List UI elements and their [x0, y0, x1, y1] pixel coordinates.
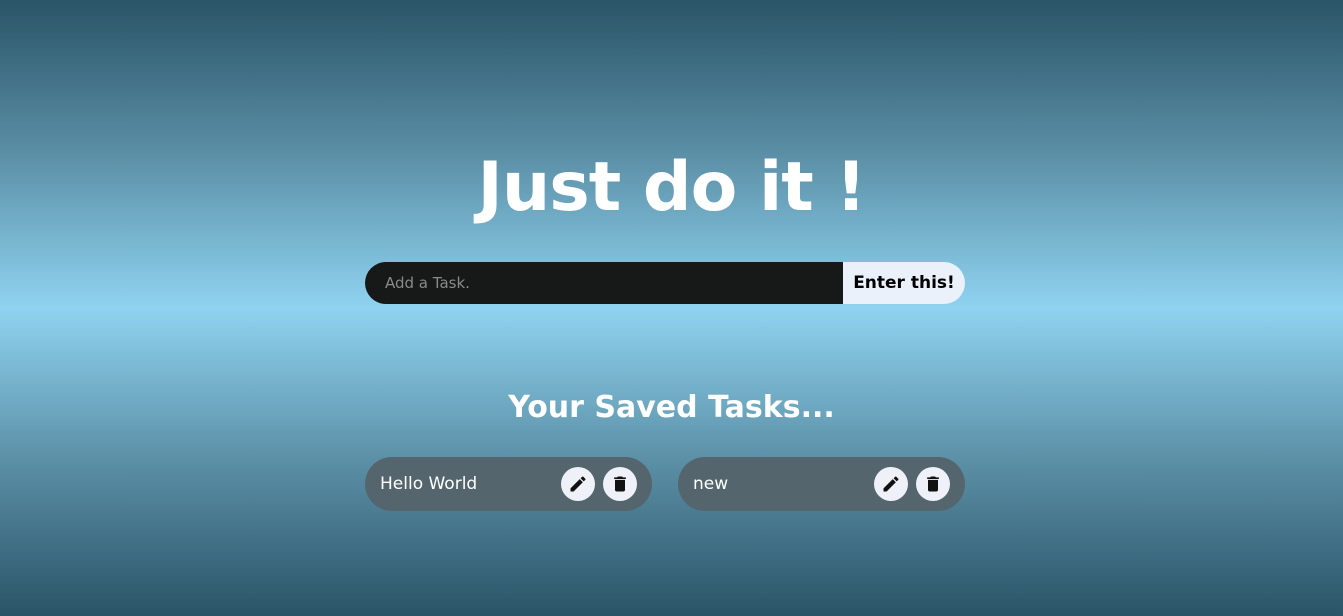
task-text: new: [693, 474, 729, 494]
task-item: Hello World: [365, 457, 652, 511]
task-item: new: [678, 457, 965, 511]
page-title: Just do it !: [477, 148, 867, 227]
edit-task-button[interactable]: [561, 467, 595, 501]
pencil-icon: [570, 476, 586, 492]
saved-tasks-heading: Your Saved Tasks...: [508, 390, 835, 425]
pencil-icon: [883, 476, 899, 492]
task-text: Hello World: [380, 474, 478, 494]
trash-icon: [927, 476, 939, 492]
delete-task-button[interactable]: [603, 467, 637, 501]
trash-icon: [614, 476, 626, 492]
edit-task-button[interactable]: [874, 467, 908, 501]
delete-task-button[interactable]: [916, 467, 950, 501]
enter-task-button[interactable]: Enter this!: [843, 262, 965, 304]
task-input[interactable]: [365, 262, 843, 304]
add-task-form: Enter this!: [365, 262, 965, 304]
